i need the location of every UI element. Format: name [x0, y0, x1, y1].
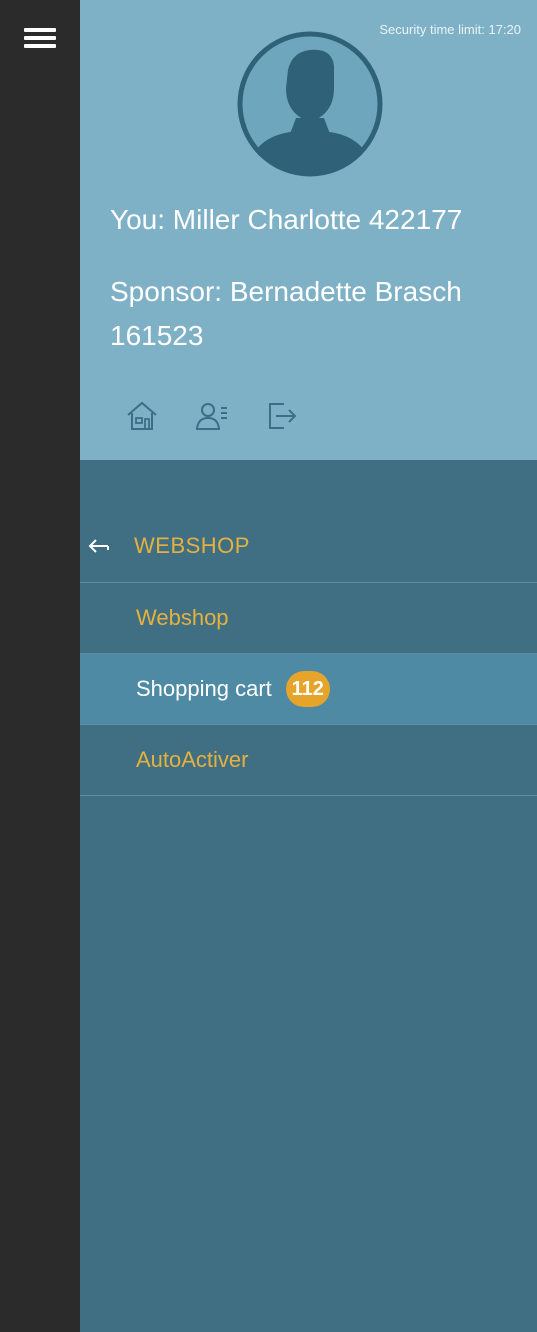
menu-item-shopping-cart[interactable]: Shopping cart 112 — [80, 654, 537, 725]
menu-section-title: WEBSHOP — [134, 533, 250, 558]
hamburger-bar — [24, 36, 56, 40]
menu-item-autoactiver[interactable]: AutoActiver — [80, 725, 537, 796]
app-root: Security time limit: 17:20 You: Miller C… — [0, 0, 537, 1332]
menu-item-label: Shopping cart — [136, 676, 272, 701]
back-arrow-icon — [88, 539, 109, 553]
menu-item-webshop[interactable]: Webshop — [80, 583, 537, 654]
hamburger-bar — [24, 28, 56, 32]
user-name: You: Miller Charlotte 422177 — [110, 204, 463, 235]
webshop-menu: WEBSHOP Webshop Shopping cart 112 AutoAc… — [80, 510, 537, 796]
profile-section: Security time limit: 17:20 You: Miller C… — [80, 0, 537, 460]
quick-icons — [124, 398, 300, 434]
home-icon[interactable] — [124, 398, 160, 434]
hamburger-bar — [24, 44, 56, 48]
contacts-icon[interactable] — [194, 398, 230, 434]
logout-icon[interactable] — [264, 398, 300, 434]
avatar-icon — [237, 31, 383, 177]
cart-count-badge: 112 — [285, 671, 330, 707]
menu-item-label: AutoActiver — [136, 747, 249, 772]
sponsor-name: Sponsor: Bernadette Brasch 161523 — [110, 276, 462, 351]
hamburger-menu-icon[interactable] — [24, 28, 56, 52]
back-to-webshop[interactable]: WEBSHOP — [80, 510, 537, 583]
security-time-limit: Security time limit: 17:20 — [379, 22, 521, 37]
left-rail — [0, 0, 80, 1332]
side-panel: Security time limit: 17:20 You: Miller C… — [80, 0, 537, 1332]
menu-item-label: Webshop — [136, 605, 229, 630]
